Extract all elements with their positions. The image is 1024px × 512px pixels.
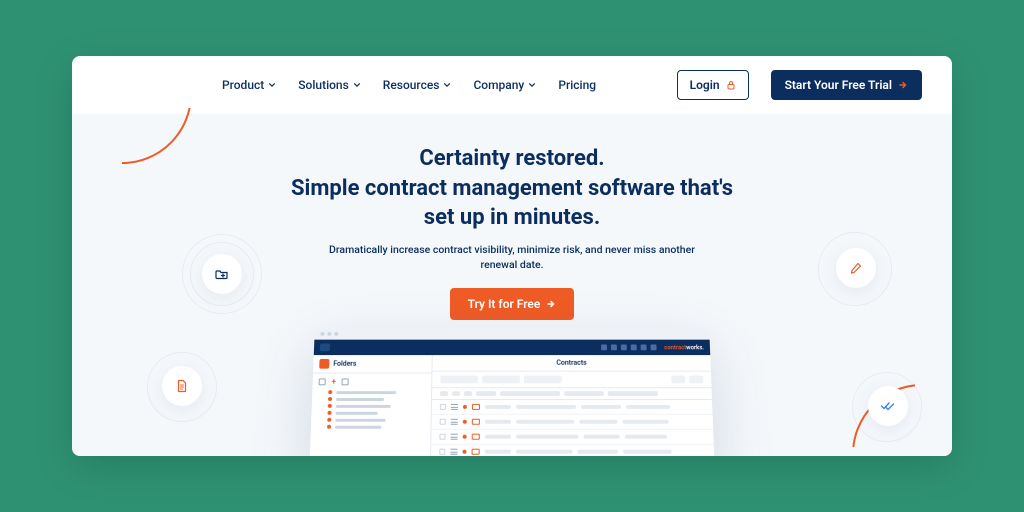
plus-icon: + bbox=[331, 377, 336, 386]
hero-line-2: Simple contract management software that… bbox=[291, 176, 733, 201]
mockup-appbar: contractworks. bbox=[314, 340, 710, 355]
try-free-button[interactable]: Try It for Free bbox=[450, 288, 575, 320]
appbar-icon bbox=[640, 344, 646, 350]
nav-product[interactable]: Product bbox=[222, 78, 276, 92]
mockup-body: Folders + Contracts bbox=[309, 355, 715, 456]
double-check-icon bbox=[880, 399, 896, 413]
appbar-icon bbox=[611, 344, 617, 350]
nav-label: Company bbox=[473, 78, 524, 92]
appbar-icon bbox=[621, 344, 627, 350]
hero-heading: Certainty restored. Simple contract mana… bbox=[252, 144, 772, 233]
chevron-down-icon bbox=[353, 81, 361, 89]
contracts-label: Contracts bbox=[432, 355, 710, 372]
login-label: Login bbox=[690, 78, 720, 92]
chevron-down-icon bbox=[268, 81, 276, 89]
folder-badge bbox=[202, 254, 242, 294]
edit-badge bbox=[836, 248, 876, 288]
appbar-icon bbox=[601, 344, 607, 350]
lock-icon bbox=[726, 80, 736, 90]
chevron-down-icon bbox=[528, 81, 536, 89]
folders-label: Folders bbox=[333, 360, 356, 368]
nav-label: Solutions bbox=[298, 78, 349, 92]
pencil-icon bbox=[849, 261, 863, 275]
page-card: Product Solutions Resources Company Pric… bbox=[72, 56, 952, 456]
folder-icon bbox=[215, 267, 229, 281]
arrow-right-icon bbox=[546, 299, 556, 309]
mockup-main: Contracts bbox=[431, 355, 715, 456]
try-label: Try It for Free bbox=[468, 297, 541, 311]
document-icon bbox=[175, 379, 189, 393]
nav-label: Resources bbox=[383, 78, 440, 92]
mockup-brand: contractworks. bbox=[664, 344, 704, 351]
mockup-titlebar bbox=[314, 328, 709, 340]
home-icon bbox=[342, 378, 349, 385]
arrow-right-icon bbox=[898, 80, 908, 90]
hero-line-1: Certainty restored. bbox=[419, 146, 604, 171]
login-button[interactable]: Login bbox=[677, 70, 749, 100]
top-nav: Product Solutions Resources Company Pric… bbox=[72, 56, 952, 114]
nav-links: Product Solutions Resources Company Pric… bbox=[222, 78, 596, 92]
star-icon bbox=[319, 378, 326, 385]
appbar-icon bbox=[650, 344, 656, 350]
chevron-down-icon bbox=[443, 81, 451, 89]
folder-icon bbox=[319, 359, 329, 369]
check-badge bbox=[868, 386, 908, 426]
appbar-icon bbox=[630, 344, 636, 350]
product-mockup: contractworks. Folders + Co bbox=[309, 328, 715, 456]
document-badge bbox=[162, 366, 202, 406]
hero-line-3: set up in minutes. bbox=[424, 205, 600, 230]
nav-label: Pricing bbox=[558, 78, 596, 92]
start-trial-button[interactable]: Start Your Free Trial bbox=[771, 70, 922, 100]
nav-solutions[interactable]: Solutions bbox=[298, 78, 361, 92]
cta-label: Start Your Free Trial bbox=[785, 78, 892, 92]
nav-resources[interactable]: Resources bbox=[383, 78, 452, 92]
mockup-sidebar: Folders + bbox=[309, 355, 433, 456]
nav-pricing[interactable]: Pricing bbox=[558, 78, 596, 92]
hero-section: Certainty restored. Simple contract mana… bbox=[72, 114, 952, 456]
hero-subtitle: Dramatically increase contract visibilit… bbox=[312, 243, 712, 272]
nav-company[interactable]: Company bbox=[473, 78, 536, 92]
nav-label: Product bbox=[222, 78, 264, 92]
